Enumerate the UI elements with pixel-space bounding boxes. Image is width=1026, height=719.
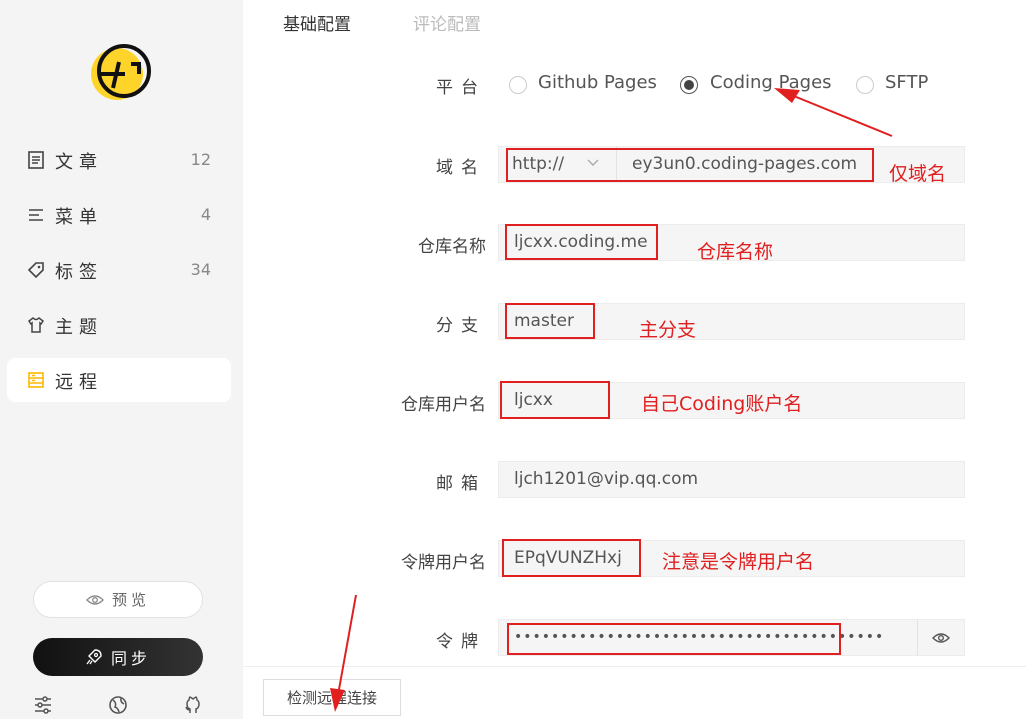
- sidebar-item-menu[interactable]: 菜单 4: [7, 193, 231, 237]
- toggle-visibility-button[interactable]: [917, 620, 964, 655]
- radio-coding-pages[interactable]: [680, 76, 698, 94]
- sidebar-item-label: 菜单: [55, 207, 103, 228]
- tag-icon: [27, 262, 44, 279]
- sidebar-item-label: 文章: [55, 152, 103, 173]
- email-label: 邮箱: [436, 474, 486, 494]
- sidebar-item-theme[interactable]: 主题: [7, 303, 231, 347]
- globe-icon[interactable]: [108, 695, 128, 715]
- arrow-to-coding-pages: [774, 88, 893, 137]
- sidebar-item-tags[interactable]: 标签 34: [7, 248, 231, 292]
- article-count: 12: [190, 150, 211, 169]
- branch-input[interactable]: master: [498, 303, 965, 340]
- annotation-branch-note: 主分支: [639, 319, 697, 341]
- sync-button[interactable]: 同步: [33, 638, 203, 676]
- token-value: ••••••••••••••••••••••••••••••••••••••••: [514, 629, 885, 645]
- branch-label: 分支: [436, 316, 486, 336]
- chevron-down-icon: [587, 159, 599, 166]
- menu-icon: [29, 209, 43, 221]
- rocket-icon: [86, 649, 102, 665]
- tab-comment-config[interactable]: 评论配置: [413, 10, 481, 35]
- email-input[interactable]: ljch1201@vip.qq.com: [498, 461, 965, 498]
- radio-github-pages[interactable]: [509, 76, 527, 94]
- protocol-select[interactable]: http://: [499, 147, 617, 182]
- repo-label: 仓库名称: [418, 237, 486, 257]
- preview-label: 预览: [111, 591, 150, 609]
- radio-label-coding[interactable]: Coding Pages: [710, 72, 832, 93]
- settings-sliders-icon[interactable]: [33, 695, 53, 715]
- tab-basic-config[interactable]: 基础配置: [283, 10, 351, 35]
- annotation-domain-note: 仅域名: [889, 163, 947, 185]
- token-label: 令牌: [436, 632, 486, 652]
- eye-icon: [86, 594, 104, 605]
- app-logo: [91, 44, 151, 100]
- check-remote-button[interactable]: 检测远程连接: [263, 679, 401, 716]
- eye-icon: [932, 633, 950, 643]
- sidebar-item-label: 主题: [55, 317, 103, 338]
- annotation-token-user-note: 注意是令牌用户名: [662, 551, 815, 573]
- annotation-repo-note: 仓库名称: [697, 241, 774, 263]
- tag-count: 34: [190, 260, 211, 279]
- preview-button[interactable]: 预览: [33, 581, 203, 618]
- footer-divider: [243, 666, 1026, 667]
- sidebar: 文章 12 菜单 4 标签 34 主题 远程 预览 同步: [0, 0, 243, 719]
- repo-user-label: 仓库用户名: [401, 395, 486, 415]
- annotation-user-note: 自己Coding账户名: [641, 393, 803, 415]
- domain-label: 域名: [436, 158, 486, 178]
- github-icon[interactable]: [183, 695, 203, 715]
- shirt-icon: [27, 317, 45, 333]
- sidebar-item-remote[interactable]: 远程: [7, 358, 231, 402]
- radio-sftp[interactable]: [856, 76, 874, 94]
- sidebar-item-label: 远程: [55, 372, 103, 393]
- token-input[interactable]: ••••••••••••••••••••••••••••••••••••••••: [498, 619, 965, 656]
- token-user-label: 令牌用户名: [401, 553, 486, 573]
- radio-label-sftp[interactable]: SFTP: [885, 72, 928, 93]
- domain-input[interactable]: ey3un0.coding-pages.com: [632, 147, 857, 182]
- sync-label: 同步: [110, 649, 151, 668]
- menu-count: 4: [200, 205, 211, 224]
- sidebar-item-articles[interactable]: 文章 12: [7, 138, 231, 182]
- server-icon: [28, 372, 44, 388]
- platform-label: 平台: [436, 78, 486, 98]
- tab-bar: 基础配置 评论配置: [243, 0, 1026, 44]
- sidebar-item-label: 标签: [55, 262, 103, 283]
- radio-label-github[interactable]: Github Pages: [538, 72, 657, 93]
- protocol-value: http://: [512, 154, 565, 174]
- document-icon: [28, 151, 44, 169]
